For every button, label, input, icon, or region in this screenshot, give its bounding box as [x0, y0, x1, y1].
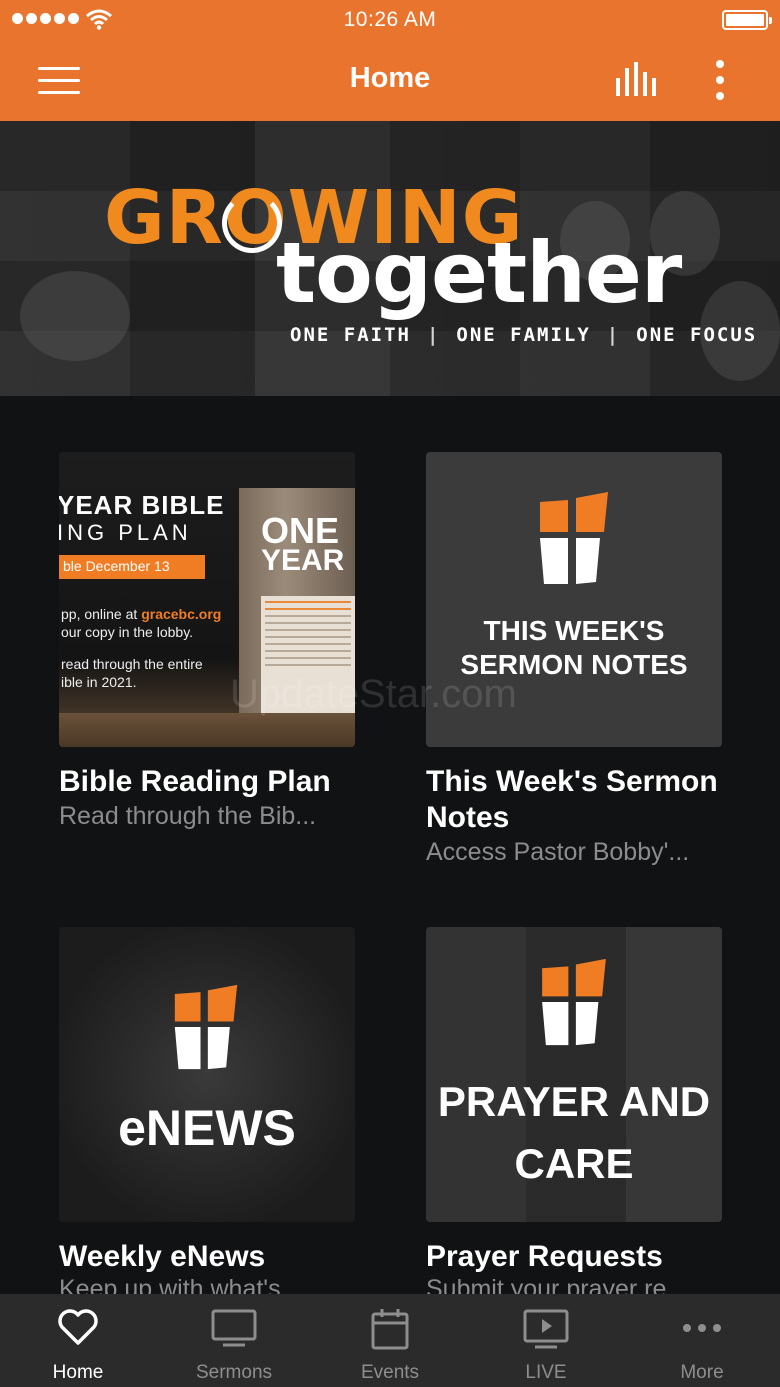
card-title: Weekly eNews — [59, 1240, 266, 1273]
thumb-label: THIS WEEK'S SERMON NOTES — [460, 615, 688, 680]
tab-live[interactable]: LIVE — [468, 1294, 624, 1387]
thumb-label: PRAYER AND CARE — [437, 1078, 711, 1187]
prayer-care-thumbnail: PRAYER AND CARE — [426, 927, 722, 1222]
hero-tagline: ONE FAITH | ONE FAMILY | ONE FOCUS — [290, 324, 758, 346]
tagline-family: ONE FAMILY — [456, 324, 591, 346]
thumb-info: pp, online at gracebc.org our copy in th… — [61, 606, 222, 640]
heart-icon — [58, 1309, 98, 1345]
thumb-info: read through the entire ible in 2021. — [61, 656, 203, 690]
tab-label: Home — [52, 1362, 104, 1383]
sermon-notes-thumbnail: THIS WEEK'S SERMON NOTES — [426, 452, 722, 747]
leaf-logo-icon — [222, 193, 282, 253]
status-bar: 10:26 AM — [0, 0, 780, 40]
battery-icon — [722, 10, 772, 30]
card-subtitle: Access Pastor Bobby'... — [426, 838, 690, 866]
card-prayer-requests[interactable]: PRAYER AND CARE Prayer Requests Submit y… — [426, 927, 726, 1294]
card-bible-reading-plan[interactable]: YEAR BIBLE ING PLAN ble December 13 pp, … — [59, 452, 359, 832]
card-title: Prayer Requests — [426, 1240, 663, 1273]
more-options-icon[interactable] — [706, 58, 734, 102]
tab-label: LIVE — [525, 1362, 567, 1383]
tagline-faith: ONE FAITH — [290, 324, 411, 346]
church-logo-icon — [542, 958, 606, 1046]
status-time: 10:26 AM — [343, 8, 437, 31]
tab-more[interactable]: More — [624, 1294, 780, 1387]
thumb-date: ble December 13 — [59, 555, 205, 579]
card-sermon-notes[interactable]: THIS WEEK'S SERMON NOTES This Week's Ser… — [426, 452, 726, 872]
hamburger-menu-icon[interactable] — [38, 67, 80, 95]
church-logo-icon — [540, 492, 608, 584]
thumb-text: ING PLAN — [59, 520, 192, 545]
tab-label: More — [680, 1362, 724, 1383]
ellipsis-icon — [683, 1324, 721, 1332]
tab-label: Sermons — [195, 1362, 273, 1383]
monitor-icon — [211, 1309, 257, 1347]
tab-label: Events — [360, 1362, 420, 1383]
card-weekly-enews[interactable]: eNEWS Weekly eNews Keep up with what's — [59, 927, 359, 1294]
card-subtitle: Read through the Bib... — [59, 802, 317, 830]
thumb-text: YEAR BIBLE — [59, 490, 225, 520]
bible-plan-thumbnail: YEAR BIBLE ING PLAN ble December 13 pp, … — [59, 452, 355, 747]
card-title: Bible Reading Plan — [59, 765, 331, 798]
tv-play-icon — [523, 1309, 569, 1349]
calendar-icon — [371, 1309, 409, 1350]
book-cover-image: ONE YEAR — [239, 488, 355, 718]
audio-bars-icon[interactable] — [614, 62, 662, 98]
tagline-focus: ONE FOCUS — [636, 324, 758, 346]
tab-home[interactable]: Home — [0, 1294, 156, 1387]
nav-bar: Home — [0, 40, 780, 121]
enews-thumbnail: eNEWS — [59, 927, 355, 1222]
page-title: Home — [349, 62, 431, 94]
tab-events[interactable]: Events — [312, 1294, 468, 1387]
tab-sermons[interactable]: Sermons — [156, 1294, 312, 1387]
thumb-label: eNEWS — [118, 1100, 296, 1156]
hero-together-text: together — [276, 224, 682, 322]
card-title: This Week's Sermon Notes — [426, 765, 718, 834]
card-subtitle: Keep up with what's — [59, 1275, 281, 1294]
tab-bar: Home Sermons Events LIVE More — [0, 1294, 780, 1387]
hero-banner[interactable]: GROWING together ONE FAITH | ONE FAMILY | ON… — [0, 121, 780, 396]
card-subtitle: Submit your prayer re — [426, 1275, 667, 1294]
church-logo-icon — [174, 984, 238, 1070]
